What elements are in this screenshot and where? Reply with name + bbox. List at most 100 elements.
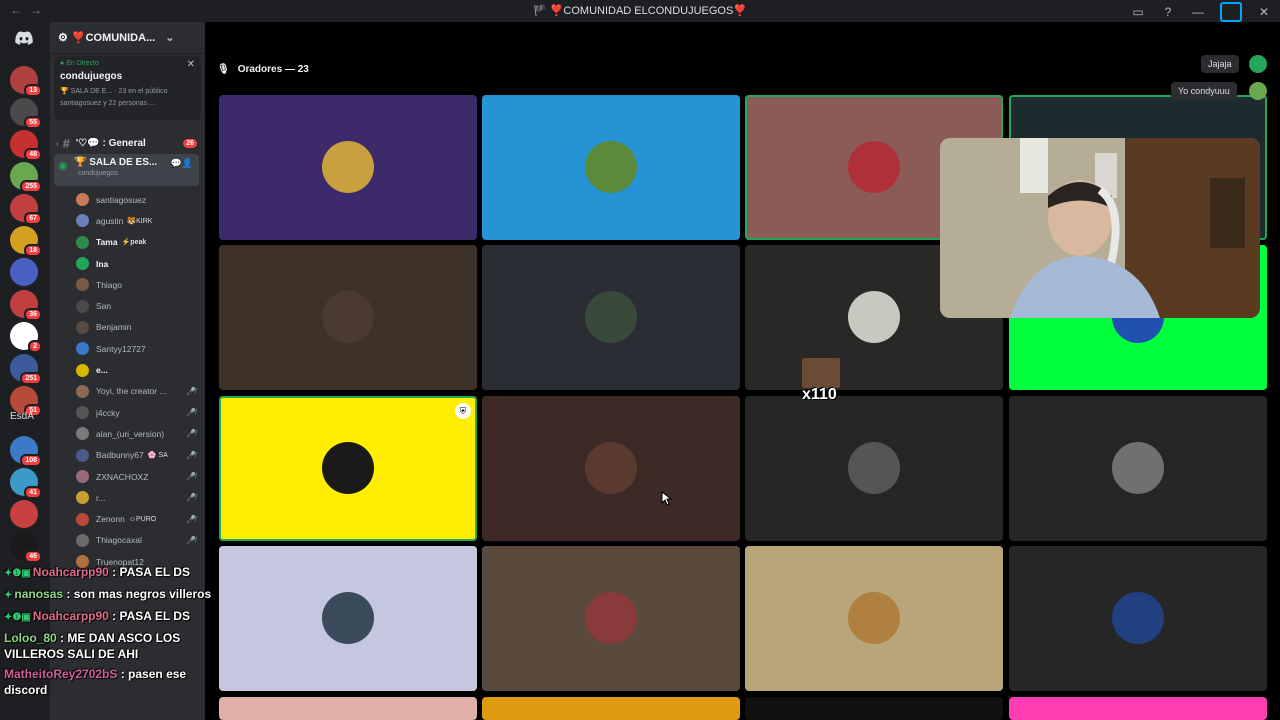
chevron-down-icon[interactable]: ⌄: [165, 31, 174, 44]
server-icon[interactable]: 55: [10, 98, 42, 129]
voice-member[interactable]: Badbunny67 🌸 SA 🎤̸: [76, 445, 198, 466]
unread-badge: 26: [183, 138, 197, 148]
participant-tile[interactable]: [219, 245, 477, 390]
voice-member[interactable]: Thiago: [76, 274, 198, 295]
participant-tile[interactable]: [745, 546, 1003, 691]
participant-tile[interactable]: [745, 697, 1003, 720]
participant-tile[interactable]: [219, 697, 477, 720]
participant-tile[interactable]: [482, 697, 740, 720]
participant-avatar: [585, 291, 637, 343]
avatar: [76, 235, 89, 249]
participant-avatar: [585, 141, 637, 193]
participant-avatar: [848, 141, 900, 193]
muted-mic-icon: 🎤̸: [186, 450, 196, 460]
chat-bubble-icon[interactable]: 💬👤: [171, 158, 193, 169]
maximize-button[interactable]: [1220, 2, 1242, 22]
voice-member[interactable]: agustin 🐯KIRK: [76, 210, 198, 231]
server-icon[interactable]: [10, 500, 38, 528]
stage-icon: ◉: [58, 160, 68, 172]
server-icon[interactable]: 251: [10, 354, 42, 385]
member-name: Badbunny67: [96, 450, 144, 461]
discord-icon: [1249, 55, 1267, 73]
microphone-icon: 🎙: [217, 64, 230, 75]
participant-tile[interactable]: [219, 546, 477, 691]
voice-member[interactable]: j4ccky 🎤̸: [76, 402, 198, 423]
channel-general[interactable]: › # '♡💬 : General 26: [56, 134, 199, 152]
server-icon[interactable]: 18: [10, 226, 42, 257]
participant-avatar: [322, 592, 374, 644]
discord-home-icon[interactable]: [10, 28, 38, 48]
close-window-button[interactable]: ✕: [1256, 5, 1272, 19]
chat-text: : PASA EL DS: [112, 565, 190, 579]
help-icon[interactable]: ?: [1160, 5, 1176, 19]
server-icon[interactable]: 255: [10, 162, 42, 193]
voice-channel-active[interactable]: ◉ 🏆 SALA DE ES... condujuegos 💬👤: [54, 154, 199, 186]
avatar: [76, 299, 89, 313]
voice-member[interactable]: Tama ⚡peak: [76, 232, 198, 253]
server-icon[interactable]: 13: [10, 66, 42, 97]
voice-member[interactable]: Yoyi, the creator ... 🎤̸: [76, 381, 198, 402]
voice-member[interactable]: Benjamin: [76, 317, 198, 338]
participant-tile[interactable]: [482, 245, 740, 390]
participant-tile[interactable]: [1009, 396, 1267, 541]
chat-username: MatheitoRey2702bS: [4, 667, 118, 681]
user-avatar-icon: [1249, 82, 1267, 100]
chip-label: Yo condyuuu: [1178, 86, 1230, 96]
server-icon[interactable]: 41: [10, 468, 42, 499]
avatar: [76, 384, 89, 398]
chat-message: Loloo_80 : ME DAN ASCO LOS VILLEROS SALI…: [0, 628, 222, 664]
emote-sticker: [802, 358, 840, 388]
voice-member[interactable]: santiagosuez: [76, 189, 198, 210]
avatar: [76, 257, 89, 271]
participant-avatar: [1112, 442, 1164, 494]
server-icon[interactable]: 48: [10, 130, 42, 161]
mention-badge: 67: [24, 212, 42, 225]
emote-count: x110: [802, 386, 837, 403]
server-header[interactable]: ⚙ ❣️COMUNIDA... ⌄ 👤: [50, 22, 205, 54]
voice-member[interactable]: Zenonn ☺PURO 🎤̸: [76, 508, 198, 529]
participant-tile[interactable]: [1009, 546, 1267, 691]
server-icon[interactable]: [10, 258, 38, 286]
muted-mic-icon: 🎤̸: [186, 514, 196, 524]
mention-badge: 255: [20, 180, 42, 193]
voice-member[interactable]: alan_(uri_version) 🎤̸: [76, 423, 198, 444]
mention-badge: 108: [20, 454, 42, 467]
avatar: [76, 214, 89, 228]
server-icon[interactable]: 67: [10, 194, 42, 225]
chat-badges: ✦❶▣: [4, 612, 31, 623]
voice-member[interactable]: Ina: [76, 253, 198, 274]
close-icon[interactable]: ✕: [187, 59, 195, 70]
voice-member[interactable]: San: [76, 295, 198, 316]
voice-member[interactable]: ZXNACHOXZ 🎤̸: [76, 466, 198, 487]
live-stream-card[interactable]: ● En Directo condujuegos 🏆 SALA DE E... …: [54, 56, 201, 120]
participant-tile[interactable]: [482, 396, 740, 541]
participant-tile[interactable]: [1009, 697, 1267, 720]
server-boost-icon: ⚙: [58, 32, 68, 44]
participant-tile[interactable]: [482, 95, 740, 240]
server-icon[interactable]: 46: [10, 532, 42, 563]
inbox-icon[interactable]: ▭: [1130, 5, 1146, 19]
server-icon[interactable]: 2: [10, 322, 42, 353]
avatar: [76, 470, 89, 483]
chat-message: ✦ nanosas : son mas negros villeros: [0, 584, 222, 606]
avatar: [76, 363, 89, 377]
voice-member[interactable]: Thiagocaxal 🎤̸: [76, 530, 198, 551]
member-tag: 🐯KIRK: [127, 217, 153, 225]
server-icon[interactable]: 36: [10, 290, 42, 321]
server-icon[interactable]: 51: [10, 386, 42, 417]
server-folder-label[interactable]: EsdA: [10, 411, 34, 422]
minimize-button[interactable]: —: [1190, 5, 1206, 19]
participant-tile[interactable]: [482, 546, 740, 691]
voice-member[interactable]: e...: [76, 359, 198, 380]
member-tag: 🌸 SA: [147, 452, 168, 460]
participant-tile[interactable]: ⛨: [219, 396, 477, 541]
participant-tile[interactable]: [745, 396, 1003, 541]
member-name: Ina: [96, 258, 109, 269]
chevron-right-icon: ›: [56, 138, 59, 148]
voice-member[interactable]: Santyy12727: [76, 338, 198, 359]
member-name: Santyy12727: [96, 343, 146, 354]
participant-avatar: [322, 291, 374, 343]
voice-member[interactable]: r... 🎤̸: [76, 487, 198, 508]
server-icon[interactable]: 108: [10, 436, 42, 467]
participant-tile[interactable]: [219, 95, 477, 240]
